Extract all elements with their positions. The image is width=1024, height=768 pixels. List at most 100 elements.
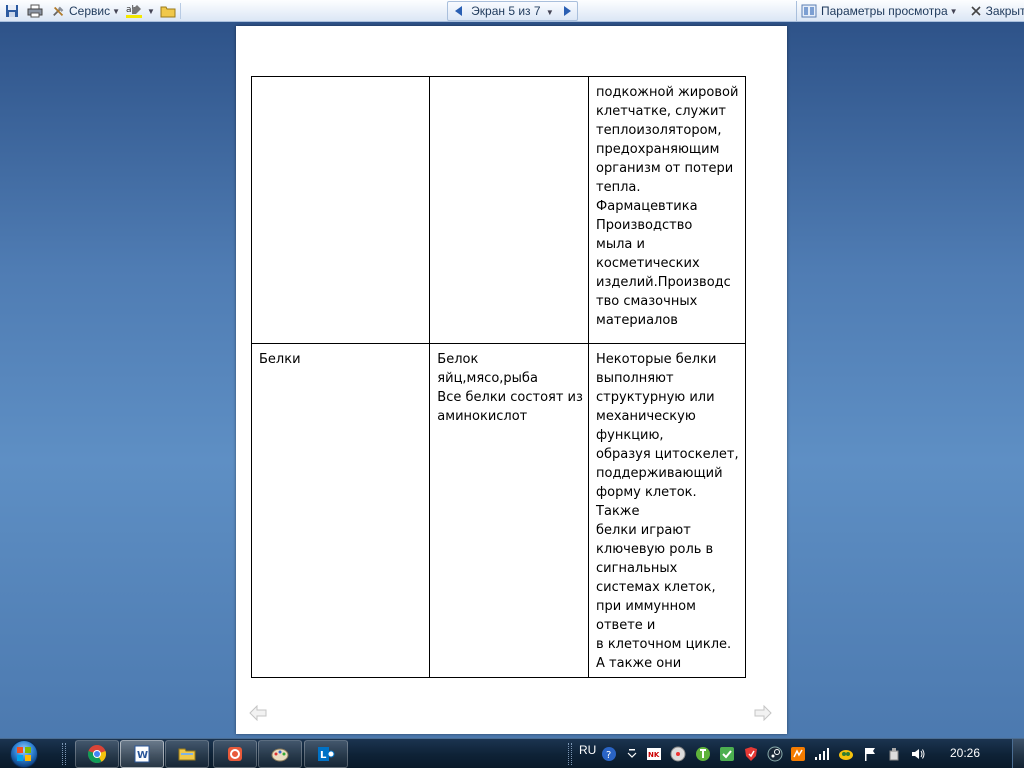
chevron-down-icon: ▼ (545, 8, 554, 17)
previous-page-button[interactable] (248, 704, 268, 722)
taskbar-app-chrome[interactable] (75, 740, 119, 768)
app-green-icon (720, 747, 734, 761)
svg-text:?: ? (606, 750, 611, 761)
clock[interactable]: 20:26 (950, 746, 980, 760)
triangle-right-icon (563, 6, 571, 16)
tray-app-messenger[interactable] (838, 746, 854, 762)
word-icon: W (134, 745, 150, 763)
cell-text: Белок яйц,мясо,рыба Все белки состоят из… (437, 352, 583, 424)
save-button[interactable] (2, 2, 22, 20)
close-label: Закрыть (985, 4, 1024, 18)
show-desktop-button[interactable] (1012, 739, 1024, 768)
next-screen-button[interactable] (557, 6, 577, 16)
paint-icon (271, 748, 289, 762)
next-page-button[interactable] (753, 704, 773, 722)
antivirus-icon: NK (647, 748, 661, 760)
messenger-icon (839, 750, 853, 760)
taskbar: W L RU ? NK 20:26 (0, 738, 1024, 768)
tray-app-torrent[interactable] (695, 746, 711, 762)
explorer-icon (178, 748, 196, 761)
start-button[interactable] (4, 739, 44, 768)
table-cell: Некоторые белки выполняют структурную ил… (588, 343, 746, 678)
view-options-button[interactable]: Параметры просмотра ▼ (797, 2, 962, 20)
language-indicator[interactable]: RU (579, 743, 596, 757)
document-table: подкожной жировой клетчатке, служит тепл… (250, 76, 746, 678)
view-options-icon (801, 4, 817, 18)
highlight-button[interactable]: ab ▼ (124, 2, 156, 20)
previous-screen-button[interactable] (448, 6, 468, 16)
taskbar-grip (62, 743, 66, 765)
tray-app-steam[interactable] (767, 746, 783, 762)
help-tray-button[interactable]: ? (601, 746, 617, 762)
chevron-down-icon: ▼ (112, 6, 120, 16)
cell-text: Некоторые белки выполняют структурную ил… (596, 352, 739, 671)
svg-text:W: W (137, 750, 148, 761)
table-cell (250, 76, 431, 344)
tray-app-nk[interactable]: NK (646, 746, 662, 762)
steam-icon (767, 746, 783, 762)
table-row: подкожной жировой клетчатке, служит тепл… (250, 76, 746, 344)
taskbar-app-app[interactable] (213, 740, 257, 768)
tray-app-green[interactable] (719, 746, 735, 762)
screen-counter-label: Экран 5 из 7 (471, 4, 541, 18)
safely-remove-button[interactable] (886, 746, 902, 762)
svg-text:L: L (320, 750, 327, 761)
chevron-down-small-icon (627, 749, 637, 758)
toolbar-right-group: Параметры просмотра ▼ Закрыть (796, 1, 1024, 21)
close-icon (971, 6, 981, 16)
tools-icon (53, 6, 64, 16)
action-center-button[interactable] (862, 746, 878, 762)
table-row: Белки Белок яйц,мясо,рыба Все белки сост… (250, 343, 746, 678)
view-options-label: Параметры просмотра (821, 4, 948, 18)
usb-device-icon (889, 748, 899, 761)
chrome-icon (87, 745, 107, 764)
tray-app-burn[interactable] (670, 746, 686, 762)
chevron-down-icon: ▼ (147, 6, 155, 16)
tray-app-shield[interactable] (743, 746, 759, 762)
svg-text:NK: NK (648, 751, 660, 759)
service-label: Сервис (68, 4, 111, 18)
tray-grip (568, 743, 572, 765)
shield-icon (745, 747, 757, 761)
disc-icon (670, 746, 686, 762)
table-cell: подкожной жировой клетчатке, служит тепл… (588, 76, 746, 344)
text-highlight-icon: ab (126, 5, 143, 18)
cell-text: подкожной жировой клетчатке, служит тепл… (596, 85, 739, 328)
cell-text: Белки (259, 352, 301, 367)
taskbar-app-explorer[interactable] (165, 740, 209, 768)
signal-bars-icon (815, 748, 829, 760)
help-icon: ? (602, 747, 616, 761)
app-icon (228, 747, 242, 761)
comment-button[interactable] (158, 2, 178, 20)
flag-icon (865, 748, 875, 761)
speaker-icon (912, 749, 925, 759)
close-button[interactable]: Закрыть (968, 2, 1024, 20)
table-cell: Белок яйц,мясо,рыба Все белки состоят из… (429, 343, 590, 678)
folder-icon (160, 6, 176, 18)
triangle-left-icon (454, 6, 462, 16)
chevron-down-icon: ▼ (949, 6, 958, 16)
windows-logo-icon (10, 740, 38, 768)
table-cell (429, 76, 590, 344)
network-signal-button[interactable] (814, 746, 830, 762)
arrow-right-icon (754, 705, 772, 721)
taskbar-app-paint[interactable] (258, 740, 302, 768)
save-icon (6, 5, 18, 17)
torrent-icon (696, 747, 710, 761)
volume-button[interactable] (910, 746, 926, 762)
taskbar-app-word[interactable]: W (120, 740, 164, 768)
lync-icon: L (318, 747, 335, 761)
arrow-left-icon (249, 705, 267, 721)
language-settings-button[interactable] (624, 746, 640, 762)
screen-navigator: Экран 5 из 7 ▼ (447, 1, 578, 21)
reading-toolbar: Сервис ▼ ab ▼ Экран 5 из 7 ▼ Параметры п… (0, 0, 1024, 22)
tray-app-orange[interactable] (790, 746, 806, 762)
service-menu-button[interactable]: Сервис ▼ (49, 2, 121, 20)
toolbar-divider (180, 3, 181, 19)
printer-icon (27, 4, 43, 18)
screen-counter-button[interactable]: Экран 5 из 7 ▼ (468, 4, 557, 18)
document-page: подкожной жировой клетчатке, служит тепл… (236, 26, 787, 734)
print-button[interactable] (24, 2, 46, 20)
taskbar-app-lync[interactable]: L (304, 740, 348, 768)
table-cell: Белки (250, 343, 431, 678)
